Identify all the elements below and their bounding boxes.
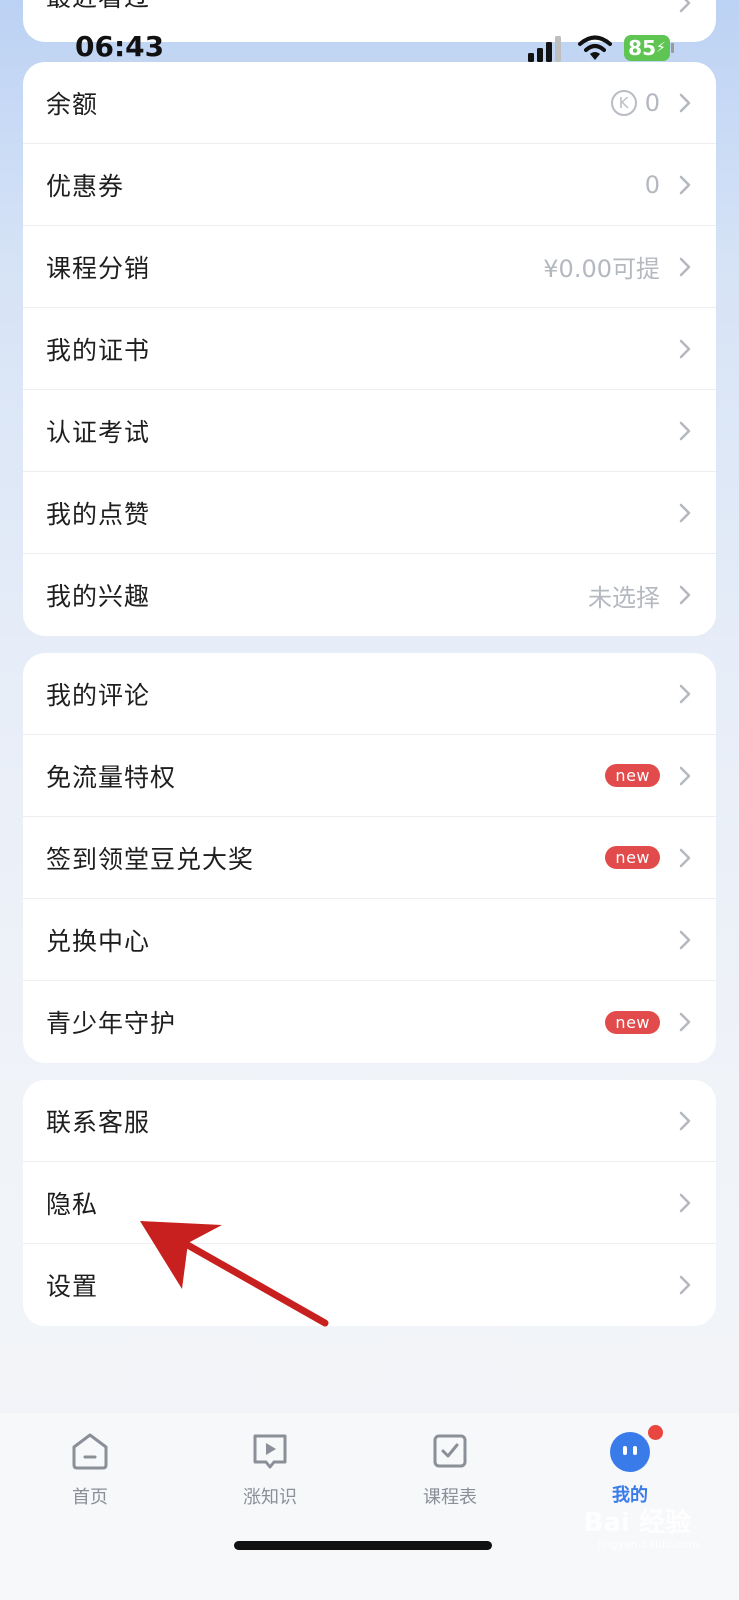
interests-label: 我的兴趣 xyxy=(46,582,151,611)
chevron-right-icon xyxy=(679,848,691,867)
wifi-icon xyxy=(578,35,612,60)
chevron-right-icon xyxy=(679,585,691,605)
battery-level: 85 xyxy=(628,36,656,60)
home-icon xyxy=(72,1433,108,1470)
free-data-label: 免流量特权 xyxy=(46,762,177,792)
checkin-row[interactable]: 签到领堂豆兑大奖 new xyxy=(23,817,716,899)
balance-label: 余额 xyxy=(46,89,99,119)
privacy-row[interactable]: 隐私 xyxy=(23,1162,716,1244)
distribution-row[interactable]: 课程分销 ¥0.00可提 xyxy=(23,226,716,308)
tab-home-label: 首页 xyxy=(72,1487,108,1508)
face-icon xyxy=(610,1432,650,1472)
chevron-right-icon xyxy=(679,684,691,703)
youth-guard-row[interactable]: 青少年守护 new xyxy=(23,981,716,1063)
activity-card: 我的评论 免流量特权 new 签到领堂豆兑大奖 new 兑换中心 青少年守护 n… xyxy=(23,653,716,1063)
youth-guard-label: 青少年守护 xyxy=(46,1009,177,1038)
chevron-right-icon xyxy=(679,1275,691,1295)
comments-row[interactable]: 我的评论 xyxy=(23,653,716,735)
notification-dot xyxy=(648,1425,663,1440)
balance-value: 0 xyxy=(644,88,660,117)
interests-value: 未选择 xyxy=(588,583,660,612)
chevron-right-icon xyxy=(679,421,691,440)
balance-row[interactable]: 余额 K 0 xyxy=(23,62,716,144)
chevron-right-icon xyxy=(679,175,691,194)
tab-home[interactable]: 首页 xyxy=(30,1431,150,1509)
exam-label: 认证考试 xyxy=(46,417,151,447)
battery-icon: 85 ⚡ xyxy=(624,35,670,61)
account-card: 余额 K 0 优惠券 0 课程分销 ¥0.00可提 我的证书 认证考试 我的点赞… xyxy=(23,62,716,636)
customer-service-label: 联系客服 xyxy=(46,1107,151,1137)
tab-schedule-label: 课程表 xyxy=(423,1487,477,1508)
support-card: 联系客服 隐私 设置 xyxy=(23,1080,716,1326)
chevron-right-icon xyxy=(679,339,691,358)
chevron-right-icon xyxy=(679,503,691,522)
checkin-label: 签到领堂豆兑大奖 xyxy=(46,844,255,874)
chevron-right-icon xyxy=(679,93,691,112)
tab-knowledge-label: 涨知识 xyxy=(243,1487,297,1508)
chevron-right-icon xyxy=(679,257,691,276)
comments-label: 我的评论 xyxy=(46,680,151,710)
settings-row[interactable]: 设置 xyxy=(23,1244,716,1326)
likes-row[interactable]: 我的点赞 xyxy=(23,472,716,554)
redeem-label: 兑换中心 xyxy=(46,926,151,956)
free-data-row[interactable]: 免流量特权 new xyxy=(23,735,716,817)
home-indicator xyxy=(234,1541,492,1550)
chevron-right-icon xyxy=(679,1012,691,1032)
new-badge: new xyxy=(605,846,660,869)
certificate-label: 我的证书 xyxy=(46,335,151,365)
watermark-logo: Bai 经验 xyxy=(583,1508,691,1538)
signal-icon xyxy=(528,36,561,62)
distribution-label: 课程分销 xyxy=(46,253,151,283)
new-badge: new xyxy=(605,1010,660,1034)
redeem-row[interactable]: 兑换中心 xyxy=(23,899,716,981)
check-icon xyxy=(433,1434,467,1468)
tab-mine[interactable]: 我的 xyxy=(570,1425,690,1507)
recent-label: 最近看过 xyxy=(46,0,678,14)
coupon-row[interactable]: 优惠券 0 xyxy=(23,144,716,226)
chevron-right-icon xyxy=(679,1193,691,1212)
coupon-label: 优惠券 xyxy=(46,171,125,201)
k-coin-icon: K xyxy=(610,89,637,116)
likes-label: 我的点赞 xyxy=(46,499,151,529)
exam-row[interactable]: 认证考试 xyxy=(23,390,716,472)
customer-service-row[interactable]: 联系客服 xyxy=(23,1080,716,1162)
coupon-value: 0 xyxy=(644,170,660,199)
status-time: 06:43 xyxy=(75,30,165,63)
certificate-row[interactable]: 我的证书 xyxy=(23,308,716,390)
new-badge: new xyxy=(605,764,660,787)
distribution-value: ¥0.00可提 xyxy=(543,255,660,283)
interests-row[interactable]: 我的兴趣 未选择 xyxy=(23,554,716,636)
chevron-right-icon xyxy=(679,766,691,785)
watermark-url: jingyan.baidu.com xyxy=(597,1538,699,1551)
play-icon xyxy=(253,1434,287,1469)
tab-knowledge[interactable]: 涨知识 xyxy=(210,1431,330,1509)
tab-schedule[interactable]: 课程表 xyxy=(390,1431,510,1509)
chevron-right-icon xyxy=(679,1111,691,1130)
chevron-right-icon xyxy=(679,930,691,949)
annotation-arrow-icon xyxy=(140,1221,329,1327)
chevron-right-icon xyxy=(679,0,691,13)
